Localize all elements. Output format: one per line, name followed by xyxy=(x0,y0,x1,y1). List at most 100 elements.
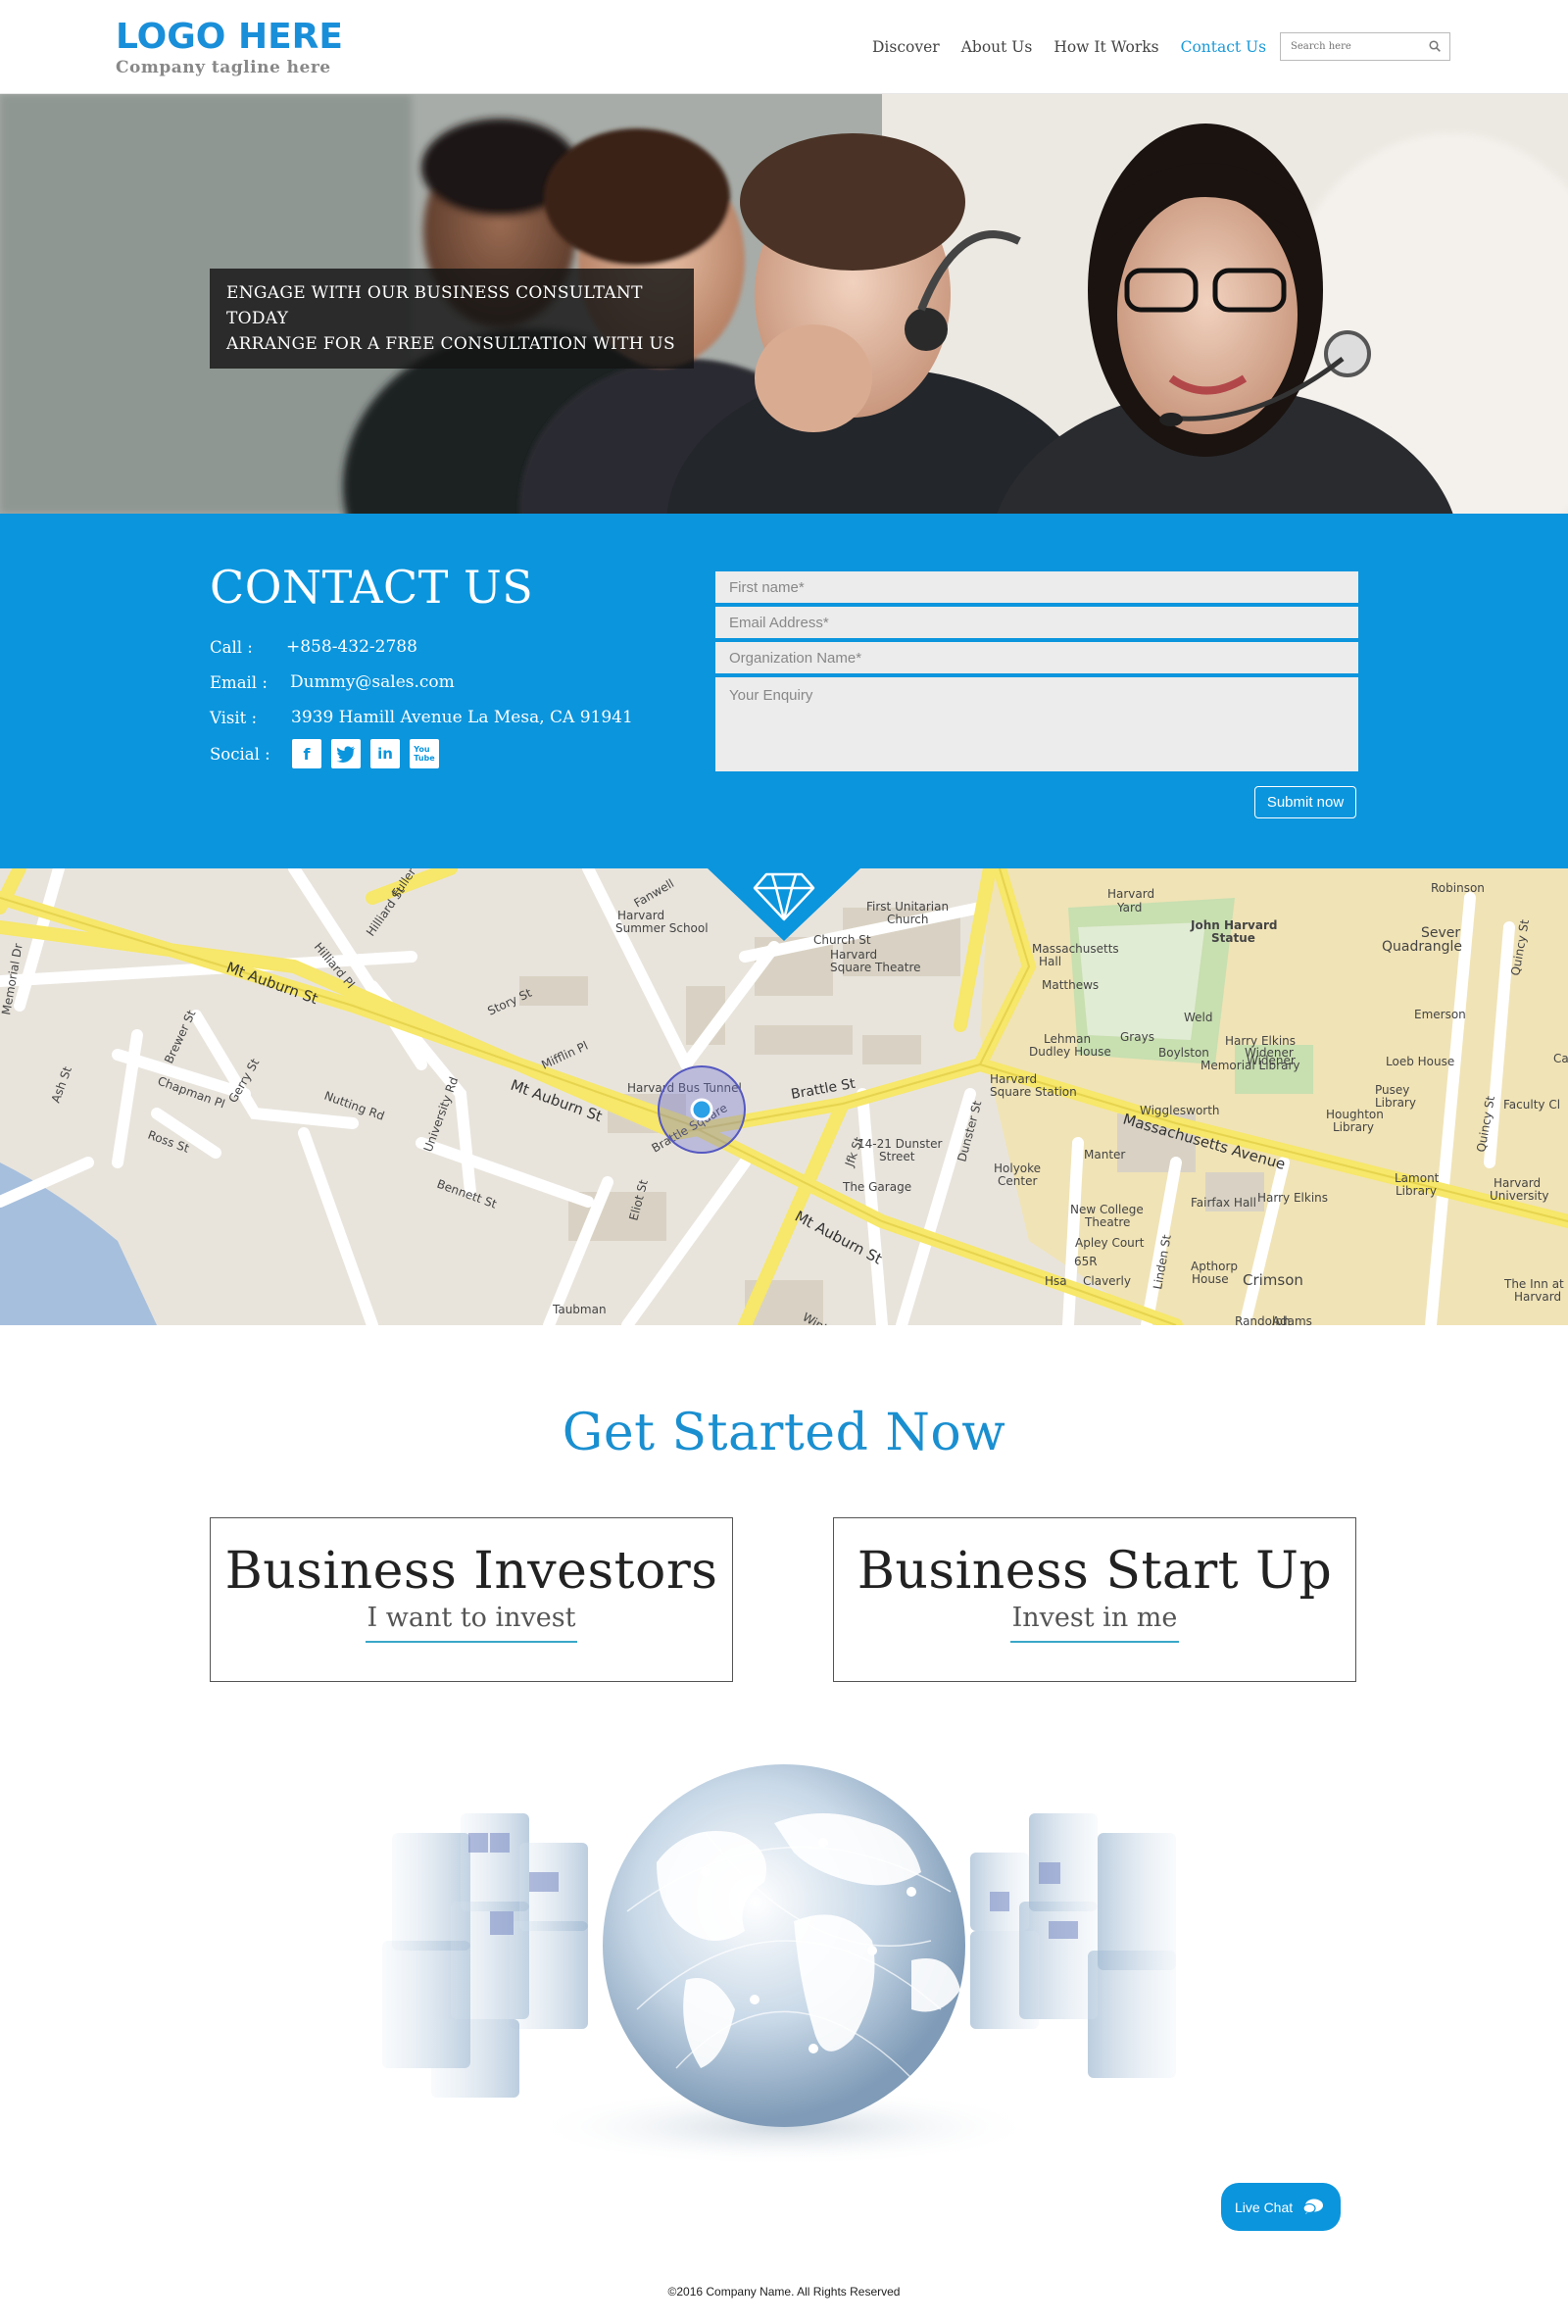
first-name-field[interactable]: First name* xyxy=(715,571,1358,605)
logo-title: LOGO HERE xyxy=(116,17,343,57)
business-start-up-card[interactable]: Business Start Up Invest in me xyxy=(833,1517,1356,1682)
email-field[interactable]: Email Address* xyxy=(715,607,1358,640)
main-nav: Discover About Us How It Works Contact U… xyxy=(872,38,1266,56)
twitter-icon[interactable] xyxy=(331,739,361,768)
search-box xyxy=(1280,32,1450,61)
svg-text:Taubman: Taubman xyxy=(552,1303,607,1316)
svg-text:Apley Court: Apley Court xyxy=(1075,1236,1145,1250)
svg-text:Harvard: Harvard xyxy=(1514,1290,1561,1304)
svg-text:The Inn at: The Inn at xyxy=(1503,1277,1564,1291)
contact-section: CONTACT US Call : +858-432-2788 Email : … xyxy=(0,514,1568,868)
logo-tagline: Company tagline here xyxy=(116,58,331,77)
svg-text:New College: New College xyxy=(1070,1203,1144,1216)
svg-text:Memorial Library: Memorial Library xyxy=(1200,1059,1300,1072)
footer-copyright: ©2016 Company Name. All Rights Reserved xyxy=(667,2285,901,2299)
enquiry-form: First name* Email Address* Organization … xyxy=(715,571,1358,771)
svg-text:Statue: Statue xyxy=(1211,931,1255,945)
visit-value: 3939 Hamill Avenue La Mesa, CA 91941 xyxy=(291,708,633,727)
live-chat-button[interactable]: Live Chat xyxy=(1221,2183,1341,2231)
social-icons: f in You Tube xyxy=(292,739,439,768)
svg-text:Loeb House: Loeb House xyxy=(1386,1055,1454,1068)
svg-text:Widener: Widener xyxy=(1245,1046,1294,1060)
svg-text:Faculty Cl: Faculty Cl xyxy=(1503,1098,1560,1112)
svg-text:Harvard: Harvard xyxy=(1107,887,1154,901)
live-chat-label: Live Chat xyxy=(1235,2199,1294,2215)
svg-text:Fairfax Hall: Fairfax Hall xyxy=(1191,1196,1256,1210)
svg-text:Hall: Hall xyxy=(1039,955,1061,968)
svg-text:Apthorp: Apthorp xyxy=(1191,1260,1238,1273)
logo[interactable]: LOGO HERE Company tagline here xyxy=(116,17,343,78)
business-investors-card[interactable]: Business Investors I want to invest xyxy=(210,1517,733,1682)
svg-text:Church: Church xyxy=(887,913,928,926)
hero-caption: ENGAGE WITH OUR BUSINESS CONSULTANT TODA… xyxy=(210,269,694,369)
contact-title: CONTACT US xyxy=(210,561,534,614)
svg-text:Library: Library xyxy=(1396,1184,1437,1198)
hero-caption-line-1: ENGAGE WITH OUR BUSINESS CONSULTANT TODA… xyxy=(226,283,643,328)
svg-text:14-21 Dunster: 14-21 Dunster xyxy=(858,1137,942,1151)
svg-text:Boylston: Boylston xyxy=(1158,1046,1209,1060)
contact-email-row: Email : Dummy@sales.com xyxy=(210,672,455,692)
linkedin-icon[interactable]: in xyxy=(370,739,400,768)
call-label: Call : xyxy=(210,637,253,657)
email-value[interactable]: Dummy@sales.com xyxy=(290,672,455,692)
svg-text:Carper: Carper xyxy=(1553,1052,1568,1065)
get-started-title: Get Started Now xyxy=(562,1404,1006,1462)
svg-text:Square Theatre: Square Theatre xyxy=(830,961,921,974)
card-title: Business Start Up xyxy=(857,1542,1333,1601)
social-label: Social : xyxy=(210,744,270,764)
svg-text:Claverly: Claverly xyxy=(1083,1274,1131,1288)
svg-text:Pusey: Pusey xyxy=(1375,1083,1409,1097)
svg-text:Holyoke: Holyoke xyxy=(994,1162,1041,1175)
email-label: Email : xyxy=(210,672,268,692)
svg-text:Harvard: Harvard xyxy=(1494,1176,1541,1190)
svg-text:Harvard: Harvard xyxy=(990,1072,1037,1086)
svg-text:University: University xyxy=(1490,1189,1549,1203)
svg-text:Crimson: Crimson xyxy=(1243,1271,1303,1289)
svg-text:Dudley House: Dudley House xyxy=(1029,1045,1111,1059)
hero-banner: ENGAGE WITH OUR BUSINESS CONSULTANT TODA… xyxy=(0,94,1568,514)
svg-text:Houghton: Houghton xyxy=(1326,1108,1384,1121)
svg-text:Lamont: Lamont xyxy=(1395,1171,1440,1185)
youtube-icon[interactable]: You Tube xyxy=(410,739,439,768)
hero-caption-line-2: ARRANGE FOR A FREE CONSULTATION WITH US xyxy=(226,334,676,354)
svg-text:Wigglesworth: Wigglesworth xyxy=(1140,1104,1220,1117)
facebook-icon[interactable]: f xyxy=(292,739,321,768)
svg-text:Center: Center xyxy=(998,1174,1037,1188)
call-value[interactable]: +858-432-2788 xyxy=(286,637,417,657)
nav-contact-us[interactable]: Contact Us xyxy=(1181,38,1267,56)
nav-discover[interactable]: Discover xyxy=(872,38,940,56)
diamond-icon xyxy=(708,868,860,941)
svg-text:Randolph: Randolph xyxy=(1235,1314,1291,1325)
svg-text:Square Station: Square Station xyxy=(990,1085,1077,1099)
svg-text:Summer School: Summer School xyxy=(615,921,709,935)
svg-text:Theatre: Theatre xyxy=(1084,1215,1130,1229)
card-title: Business Investors xyxy=(224,1542,718,1601)
svg-text:Harvard: Harvard xyxy=(830,948,877,962)
svg-text:Quadrangle: Quadrangle xyxy=(1382,939,1462,955)
svg-text:65R: 65R xyxy=(1074,1255,1098,1268)
svg-text:Harry Elkins: Harry Elkins xyxy=(1257,1191,1328,1205)
contact-social-row: Social : f in You Tube xyxy=(210,739,439,768)
nav-how-it-works[interactable]: How It Works xyxy=(1054,38,1158,56)
svg-text:Emerson: Emerson xyxy=(1414,1008,1466,1021)
enquiry-textarea[interactable]: Your Enquiry xyxy=(715,677,1358,771)
chat-bubble-icon xyxy=(1302,2199,1324,2214)
svg-text:First Unitarian: First Unitarian xyxy=(866,900,949,914)
search-input[interactable] xyxy=(1281,33,1418,60)
organization-field[interactable]: Organization Name* xyxy=(715,642,1358,675)
submit-button[interactable]: Submit now xyxy=(1254,786,1356,818)
contact-visit-row: Visit : 3939 Hamill Avenue La Mesa, CA 9… xyxy=(210,708,633,727)
card-subtitle: I want to invest xyxy=(365,1603,578,1643)
nav-about-us[interactable]: About Us xyxy=(961,38,1033,56)
svg-text:Manter: Manter xyxy=(1084,1148,1125,1162)
globe-illustration xyxy=(382,1764,1176,2166)
svg-text:Grays: Grays xyxy=(1120,1030,1154,1044)
svg-text:House: House xyxy=(1192,1272,1229,1286)
svg-text:Library: Library xyxy=(1333,1120,1374,1134)
site-header: LOGO HERE Company tagline here Discover … xyxy=(0,0,1568,94)
svg-text:Robinson: Robinson xyxy=(1431,881,1485,895)
svg-text:Lehman: Lehman xyxy=(1044,1032,1091,1046)
search-icon[interactable] xyxy=(1429,40,1441,52)
svg-text:Matthews: Matthews xyxy=(1042,978,1099,992)
svg-text:Street: Street xyxy=(879,1150,915,1163)
